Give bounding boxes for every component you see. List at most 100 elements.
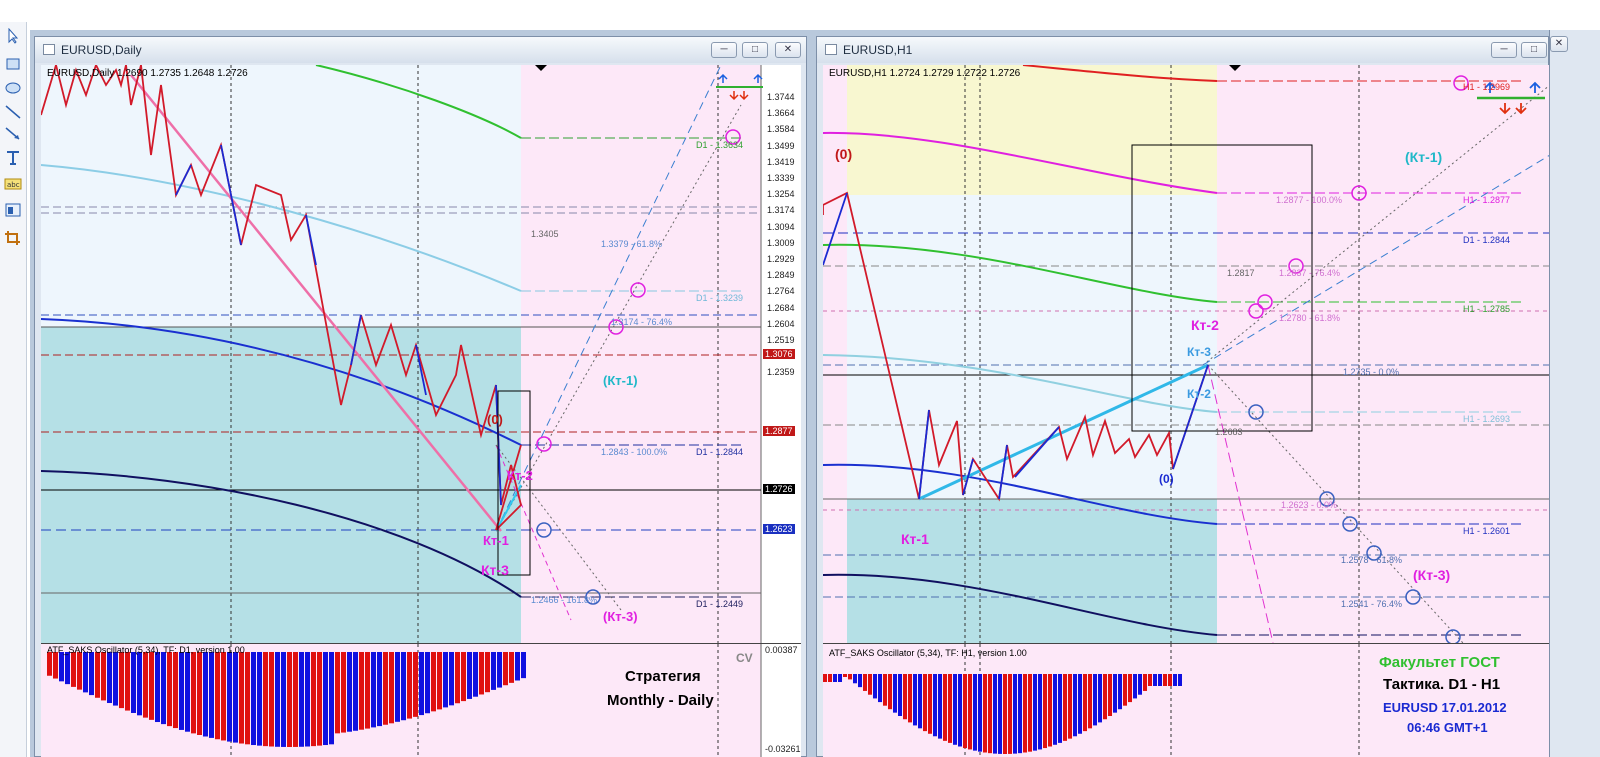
crop-icon[interactable] (4, 230, 22, 246)
oscillator-bar (101, 652, 106, 701)
oscillator-bar (221, 652, 226, 741)
oscillator-bar (107, 652, 112, 704)
oscillator-bar (473, 652, 478, 697)
oscillator-bar (858, 674, 862, 688)
price-tick: 1.3254 (767, 189, 795, 200)
title-bar[interactable]: EURUSD,Daily ─ □ ✕ (35, 37, 806, 63)
fib-label: 1.2623 - 0.0% (1281, 500, 1338, 510)
price-tick: 1.3744 (767, 92, 795, 102)
minimize-button[interactable]: ─ (1491, 42, 1517, 58)
oscillator-bar (353, 652, 358, 731)
maximize-button[interactable]: □ (742, 42, 768, 58)
ellipse-icon[interactable] (4, 80, 22, 96)
price-chart[interactable]: EURUSD,Daily 1.2690 1.2735 1.2648 1.2726… (41, 65, 801, 643)
fib-label: 1.2843 - 100.0% (601, 447, 668, 457)
oscillator-bar (868, 674, 872, 695)
price-tick: 1.3664 (767, 108, 795, 119)
cursor-icon[interactable] (4, 28, 22, 44)
oscillator-panel[interactable]: ATF_SAKS Oscillator (5,34), TF: D1, vers… (41, 643, 801, 757)
oscillator-bar (359, 652, 364, 730)
oscillator-bar (371, 652, 376, 728)
drawing-toolbar: abc (0, 22, 27, 757)
oscillator-bar (431, 652, 436, 712)
price-axis: 1.3744 1.3664 1.3584 1.3499 1.3419 1.333… (767, 89, 795, 381)
title-bar[interactable]: EURUSD,H1 ─ □ (817, 37, 1548, 63)
oscillator-title: ATF_SAKS Oscillator (5,34), TF: D1, vers… (47, 645, 245, 655)
oscillator-bar (918, 674, 922, 729)
window-title: EURUSD,Daily (61, 43, 142, 57)
oscillator-bar (389, 652, 394, 724)
price-chart[interactable]: EURUSD,H1 1.2724 1.2729 1.2722 1.2726 H1… (823, 65, 1550, 643)
chart-window-daily[interactable]: EURUSD,Daily ─ □ ✕ EURUSD,Daily 1.2690 1… (34, 36, 807, 757)
oscillator-bar (873, 674, 877, 699)
label-icon[interactable]: abc (4, 176, 22, 192)
oscillator-bar (1113, 674, 1117, 713)
oscillator-panel[interactable]: ATF_SAKS Oscillator (5,34), TF: H1, vers… (823, 643, 1550, 757)
oscillator-bar (419, 652, 424, 716)
wave-label: (Кт-1) (1405, 149, 1443, 165)
oscillator-bar (59, 652, 64, 682)
oscillator-bar (1153, 674, 1157, 686)
image-icon[interactable] (4, 202, 22, 218)
oscillator-bar (131, 652, 136, 713)
oscillator-bar (77, 652, 82, 690)
window-title: EURUSD,H1 (843, 43, 913, 57)
oscillator-bar (898, 674, 902, 716)
arrow-line-icon[interactable] (4, 126, 22, 142)
oscillator-bar (833, 674, 837, 682)
close-button[interactable]: ✕ (775, 42, 801, 58)
oscillator-bar (1098, 674, 1102, 723)
oscillator-bar (1143, 674, 1147, 691)
maximize-button[interactable]: □ (1521, 42, 1547, 58)
fib-label: 1.2578 - 61.8% (1341, 555, 1403, 565)
oscillator-bar (233, 652, 238, 743)
chart-window-h1[interactable]: EURUSD,H1 ─ □ EURUSD,H1 1.2724 1.2729 1.… (816, 36, 1550, 757)
oscillator-bar (1088, 674, 1092, 729)
faculty-label: Факультет ГОСТ (1379, 654, 1500, 671)
oscillator-bar (449, 652, 454, 706)
oscillator-bar (281, 652, 286, 747)
oscillator-bar (1043, 674, 1047, 749)
oscillator-bar (828, 674, 832, 682)
level-label: H1 - 1.2601 (1463, 526, 1511, 536)
price-tick: 1.3009 (767, 237, 795, 248)
oscillator-bar (1123, 674, 1127, 706)
oscillator-bar (1053, 674, 1057, 745)
price-tag-blue: 1.2623 (763, 524, 795, 534)
oscillator-bar (863, 674, 867, 691)
oscillator-bar (263, 652, 268, 747)
oscillator-bar (155, 652, 160, 723)
oscillator-bar (401, 652, 406, 721)
oscillator-bar (161, 652, 166, 725)
oscillator-bar (269, 652, 274, 747)
oscillator-bar (521, 652, 526, 679)
oscillator-bar (893, 674, 897, 713)
tactic-label: Тактика. D1 - H1 (1383, 676, 1501, 693)
oscillator-bar (323, 652, 328, 746)
level-label: D1 - 1.2844 (696, 447, 744, 457)
oscillator-bar (908, 674, 912, 723)
oscillator-bar (968, 674, 972, 750)
price-tick: 1.2519 (767, 335, 795, 346)
wave-label: Кт-1 (483, 533, 509, 548)
minimize-button[interactable]: ─ (711, 42, 737, 58)
oscillator-bar (983, 674, 987, 753)
oscillator-bar (903, 674, 907, 720)
wave-label: (Кт-1) (603, 373, 638, 388)
chart-info: EURUSD,H1 1.2724 1.2729 1.2722 1.2726 (829, 68, 1021, 79)
text-icon[interactable] (4, 150, 22, 166)
close-button[interactable]: ✕ (1550, 36, 1568, 52)
fib-label: 1.3379 - 61.8% (601, 239, 663, 249)
oscillator-bar (948, 674, 952, 743)
oscillator-bar (878, 674, 882, 703)
level-label: D1 - 1.2449 (696, 599, 744, 609)
price-tag-current: 1.2726 (763, 484, 795, 494)
price-tick: 1.3339 (767, 173, 795, 184)
oscillator-bar (1073, 674, 1077, 737)
oscillator-bar (455, 652, 460, 704)
oscillator-bar (185, 652, 190, 732)
rectangle-icon[interactable] (4, 56, 22, 72)
line-icon[interactable] (4, 104, 22, 120)
oscillator-bar (1168, 674, 1172, 686)
wave-label: (Кт-3) (1413, 567, 1451, 583)
